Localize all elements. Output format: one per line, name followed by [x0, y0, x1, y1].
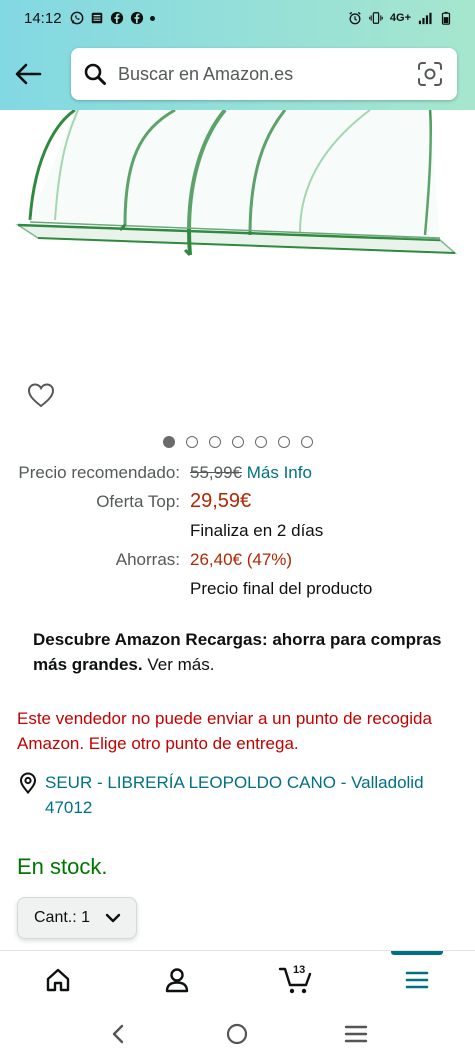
- quantity-value: 1: [81, 909, 91, 926]
- savings-label: Ahorras:: [115, 550, 180, 569]
- stock-status: En stock.: [17, 854, 108, 879]
- offer-ends-text: Finaliza en 2 días: [190, 521, 324, 540]
- price-row-recommended: Precio recomendado: 55,99€ Más Info: [0, 458, 475, 487]
- status-time: 14:12: [24, 9, 62, 27]
- system-home-icon[interactable]: [225, 1022, 249, 1046]
- carousel-dot[interactable]: [300, 436, 313, 448]
- recargas-promo[interactable]: Descubre Amazon Recargas: ahorra para co…: [33, 627, 453, 677]
- product-image[interactable]: [0, 110, 475, 360]
- system-recents-icon[interactable]: [344, 1023, 368, 1045]
- camera-search-icon[interactable]: [417, 61, 443, 87]
- chevron-down-icon: [105, 913, 121, 923]
- heart-icon[interactable]: [26, 380, 56, 410]
- savings-value: 26,40€ (47%): [190, 550, 293, 569]
- recommended-price-value: 55,99€: [190, 463, 242, 482]
- search-row: [0, 46, 475, 102]
- network-type: 4G+: [389, 12, 411, 24]
- delivery-location-text[interactable]: SEUR - LIBRERÍA LEOPOLDO CANO - Valladol…: [45, 770, 462, 820]
- notification-dot: [149, 15, 155, 21]
- nav-menu[interactable]: [387, 951, 447, 1009]
- facebook-icon: [110, 11, 123, 25]
- arrow-left-icon: [15, 63, 42, 85]
- signal-icon: [418, 12, 432, 25]
- quantity-dropdown[interactable]: Cant.: 1: [17, 897, 137, 939]
- top-bar: 14:12 4G+: [0, 0, 475, 110]
- quantity-label: Cant.:: [34, 909, 77, 926]
- promo-text: Descubre Amazon Recargas: ahorra para co…: [33, 630, 442, 674]
- carousel-dot[interactable]: [277, 436, 290, 448]
- image-carousel-dots: [0, 436, 475, 448]
- search-box[interactable]: [71, 48, 457, 100]
- carousel-dot[interactable]: [185, 436, 198, 448]
- delivery-location[interactable]: SEUR - LIBRERÍA LEOPOLDO CANO - Valladol…: [17, 770, 462, 820]
- pickup-warning: Este vendedor no puede enviar a un punto…: [17, 709, 432, 753]
- search-icon[interactable]: [83, 62, 107, 86]
- battery-icon: [441, 11, 451, 25]
- system-back-icon[interactable]: [108, 1023, 130, 1045]
- nav-account[interactable]: [147, 951, 207, 1009]
- home-icon: [46, 968, 70, 992]
- carousel-dot[interactable]: [162, 436, 175, 448]
- greenhouse-illustration: [15, 110, 458, 257]
- carousel-dot[interactable]: [208, 436, 221, 448]
- price-table: Precio recomendado: 55,99€ Más Info Ofer…: [0, 458, 475, 603]
- price-row-offer-ends: Finaliza en 2 días: [0, 516, 475, 545]
- back-button[interactable]: [10, 57, 46, 91]
- account-icon: [165, 968, 189, 993]
- carousel-dot[interactable]: [231, 436, 244, 448]
- location-pin-icon: [19, 772, 37, 794]
- system-nav-bar: [0, 1008, 475, 1059]
- news-icon: [91, 12, 102, 24]
- alarm-icon: [349, 11, 361, 25]
- nav-cart[interactable]: 13: [266, 951, 326, 1009]
- cart-count: 13: [293, 964, 306, 976]
- final-price-note: Precio final del producto: [190, 579, 373, 598]
- search-input[interactable]: [118, 48, 408, 100]
- facebook-icon: [130, 11, 143, 25]
- nav-home[interactable]: [28, 951, 88, 1009]
- more-info-link[interactable]: Más Info: [247, 463, 312, 482]
- recommended-price-label: Precio recomendado:: [18, 463, 180, 482]
- price-row-final: Precio final del producto: [0, 574, 475, 603]
- whatsapp-icon: [70, 11, 83, 25]
- carousel-dot[interactable]: [254, 436, 267, 448]
- price-row-offer: Oferta Top: 29,59€: [0, 487, 475, 516]
- offer-price-value: 29,59€: [190, 490, 252, 512]
- status-bar: 14:12 4G+: [0, 0, 475, 36]
- bottom-nav: 13: [0, 950, 475, 1008]
- vibrate-icon: [369, 12, 383, 24]
- menu-icon: [405, 971, 429, 989]
- offer-price-label: Oferta Top:: [96, 492, 180, 511]
- promo-link[interactable]: Ver más.: [143, 655, 214, 674]
- price-row-savings: Ahorras: 26,40€ (47%): [0, 545, 475, 574]
